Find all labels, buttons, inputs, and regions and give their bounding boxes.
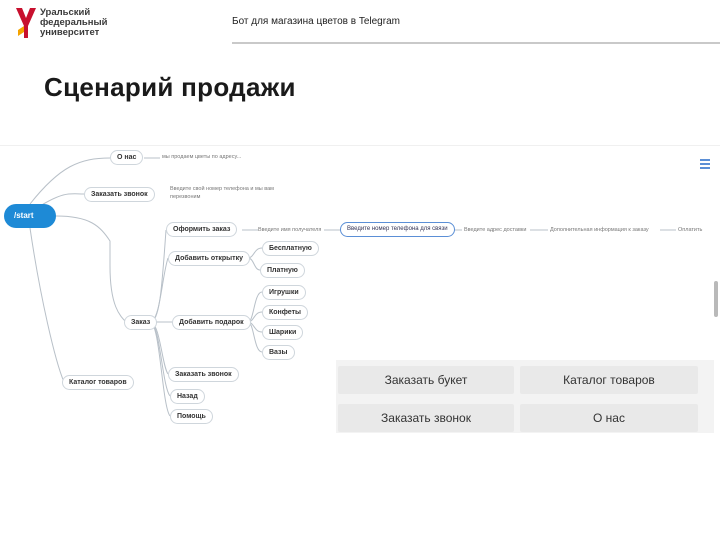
mindmap-screenshot: /start О нас мы продаем цветы по адресу.… — [0, 145, 720, 433]
node-back[interactable]: Назад — [170, 389, 205, 404]
flow-step-5: Оплатить — [678, 227, 703, 233]
keyboard-button-about[interactable]: О нас — [520, 404, 698, 432]
node-about[interactable]: О нас — [110, 150, 144, 165]
node-about-desc: мы продаем цветы по адресу... — [162, 154, 242, 160]
node-order-call[interactable]: Заказать звонок — [168, 367, 239, 382]
logo-line-3: университет — [40, 27, 100, 38]
node-help[interactable]: Помощь — [170, 409, 213, 424]
node-call[interactable]: Заказать звонок — [84, 187, 155, 202]
keyboard-button-order-call[interactable]: Заказать звонок — [338, 404, 514, 432]
keyboard-button-catalog[interactable]: Каталог товаров — [520, 366, 698, 394]
keyboard-button-order-bouquet[interactable]: Заказать букет — [338, 366, 514, 394]
flow-step-4: Дополнительная информация к заказу — [550, 227, 649, 233]
hamburger-menu-icon[interactable] — [698, 156, 712, 170]
node-card-paid[interactable]: Платную — [260, 263, 305, 278]
start-command-node[interactable]: /start — [4, 204, 56, 228]
flow-step-1: Введите имя получателя — [258, 227, 322, 233]
header-divider — [232, 42, 720, 44]
node-gift-vases[interactable]: Вазы — [262, 345, 295, 360]
slide-title: Сценарий продажи — [44, 72, 296, 102]
header-title: Бот для магазина цветов в Telegram — [232, 16, 400, 27]
node-gift-balloons[interactable]: Шарики — [262, 325, 304, 340]
node-call-desc-1: Введите свой номер телефона и мы вам — [170, 186, 274, 192]
node-gift-toys[interactable]: Игрушки — [262, 285, 306, 300]
node-gift-candy[interactable]: Конфеты — [262, 305, 309, 320]
flow-step-2-selected[interactable]: Введите номер телефона для связи — [340, 222, 455, 237]
node-add-gift[interactable]: Добавить подарок — [172, 315, 251, 330]
node-add-card[interactable]: Добавить открытку — [168, 251, 250, 266]
ural-university-emblem-icon — [16, 8, 36, 38]
node-catalog[interactable]: Каталог товаров — [62, 375, 134, 390]
node-order[interactable]: Заказ — [124, 315, 158, 330]
node-checkout[interactable]: Оформить заказ — [166, 222, 238, 237]
node-call-desc-2: перезвоним — [170, 194, 201, 200]
university-logo: Уральский федеральный университет — [14, 6, 124, 40]
flow-step-3: Введите адрес доставки — [464, 227, 527, 233]
scrollbar[interactable] — [714, 281, 718, 317]
node-card-free[interactable]: Бесплатную — [262, 241, 319, 256]
